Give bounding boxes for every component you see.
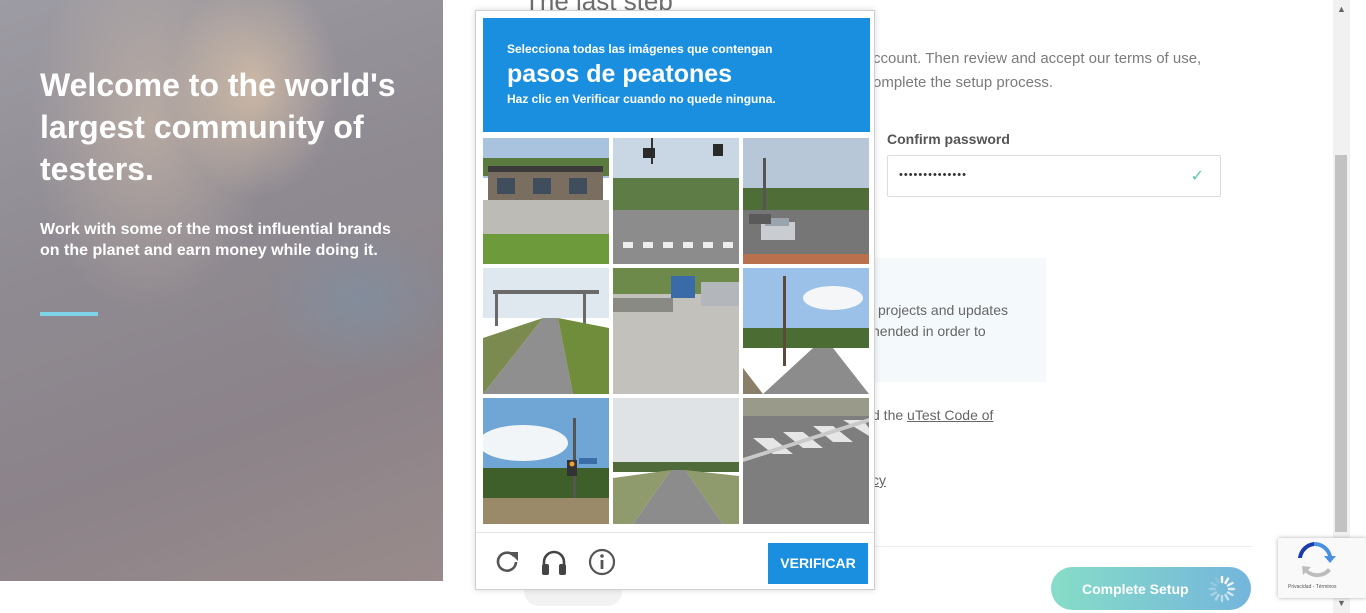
captcha-tile-5[interactable]	[613, 268, 739, 394]
complete-setup-label: Complete Setup	[1082, 581, 1189, 597]
page-scrollbar[interactable]: ▲ ▼	[1333, 0, 1350, 613]
captcha-tile-8[interactable]	[613, 398, 739, 524]
hero-divider	[40, 312, 98, 316]
captcha-header: Selecciona todas las imágenes que conten…	[483, 18, 870, 132]
intro-text-line2: omplete the setup process.	[873, 74, 1054, 91]
captcha-challenge: Selecciona todas las imágenes que conten…	[475, 10, 875, 590]
confirm-password-label: Confirm password	[887, 131, 1010, 147]
captcha-tile-6[interactable]	[743, 268, 869, 394]
complete-setup-button[interactable]: Complete Setup	[1051, 567, 1251, 610]
hero-subtitle: Work with some of the most influential b…	[40, 221, 391, 259]
loading-spinner-icon	[1208, 575, 1236, 603]
code-of-conduct-link[interactable]: uTest Code of	[907, 407, 993, 423]
check-icon: ✓	[1190, 168, 1204, 185]
hero-panel: Welcome to the world's largest community…	[0, 0, 443, 581]
captcha-target: pasos de peatones	[507, 60, 733, 88]
audio-icon[interactable]	[539, 547, 569, 577]
captcha-instruction: Selecciona todas las imágenes que conten…	[507, 42, 773, 56]
scroll-up-arrow-icon[interactable]: ▲	[1337, 4, 1346, 14]
captcha-tile-3[interactable]	[743, 138, 869, 264]
hero-title: Welcome to the world's largest community…	[40, 67, 396, 187]
confirm-password-value: ••••••••••••••	[899, 169, 967, 181]
captcha-tile-1[interactable]	[483, 138, 609, 264]
verify-button[interactable]: VERIFICAR	[768, 543, 868, 584]
captcha-tile-2[interactable]	[613, 138, 739, 264]
recaptcha-badge[interactable]: Privacidad - Términos	[1278, 538, 1366, 598]
recaptcha-terms[interactable]: Privacidad - Términos	[1288, 584, 1337, 590]
intro-text-line1: ccount. Then review and accept our terms…	[873, 50, 1202, 67]
reload-icon[interactable]	[492, 547, 522, 577]
notice-text-line1: projects and updates	[878, 302, 1008, 318]
code-of-conduct-line: d the uTest Code of	[872, 407, 993, 423]
scroll-down-arrow-icon[interactable]: ▼	[1337, 598, 1346, 608]
form-divider	[872, 546, 1252, 547]
info-icon[interactable]	[587, 547, 617, 577]
captcha-hint: Haz clic en Verificar cuando no quede ni…	[507, 92, 776, 106]
captcha-tile-4[interactable]	[483, 268, 609, 394]
scroll-thumb[interactable]	[1335, 155, 1347, 532]
recaptcha-logo-icon	[1298, 541, 1336, 578]
notice-text-line2: nended in order to	[872, 323, 986, 339]
captcha-tile-9[interactable]	[743, 398, 869, 524]
code-prefix: d the	[872, 407, 908, 423]
captcha-tile-7[interactable]	[483, 398, 609, 524]
confirm-password-field[interactable]: •••••••••••••• ✓	[887, 155, 1221, 197]
notice-box	[868, 258, 1046, 382]
captcha-footer: VERIFICAR	[476, 532, 874, 589]
captcha-image-grid	[483, 138, 870, 525]
